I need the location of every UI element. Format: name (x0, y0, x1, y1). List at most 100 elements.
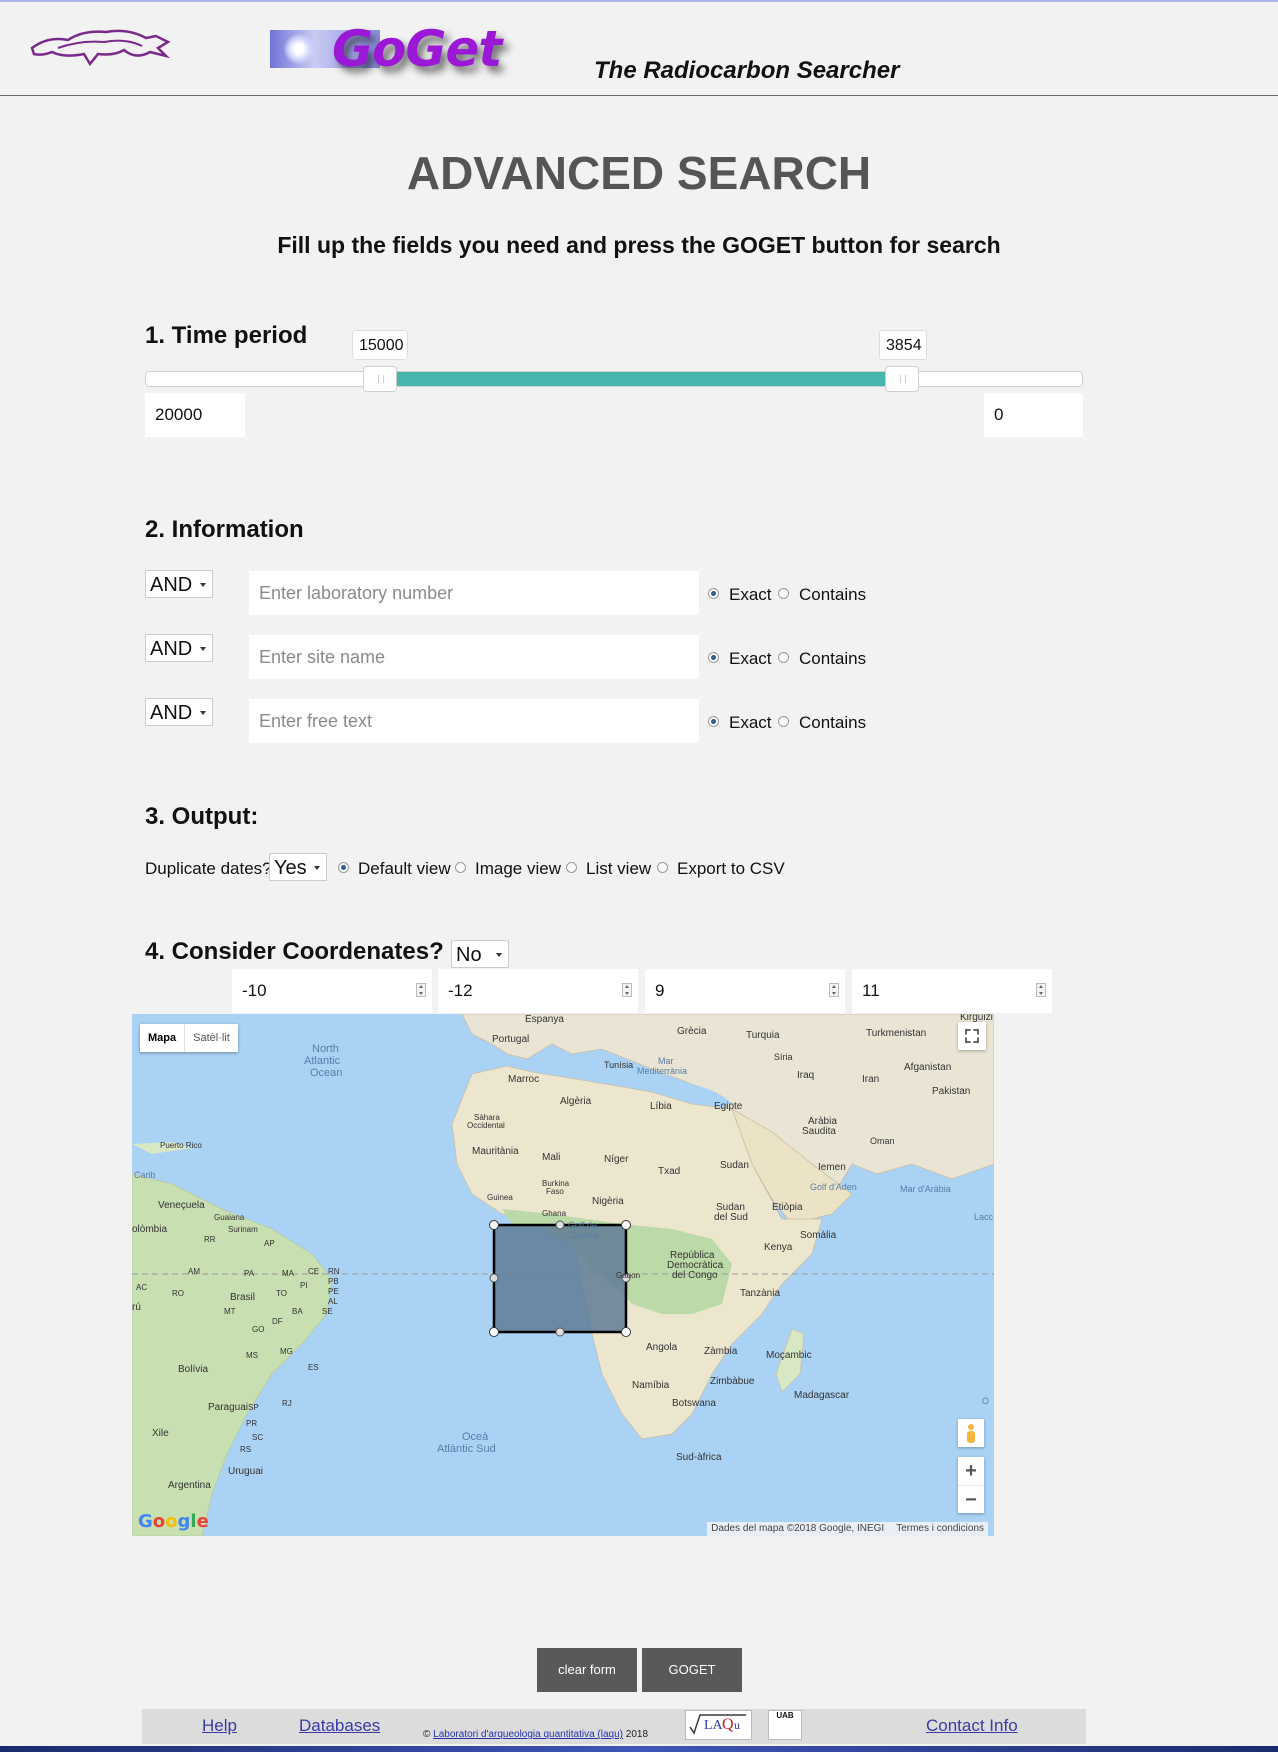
chevron-down-icon (314, 866, 320, 870)
map-label: ES (308, 1363, 319, 1372)
operator-value: AND (150, 702, 193, 724)
slider-selected-range (380, 372, 902, 386)
contains-label: Contains (799, 649, 867, 668)
map-label: Kenya (764, 1242, 793, 1253)
slider-handle-from[interactable] (363, 366, 397, 392)
laqu-link[interactable]: Laboratori d'arqueologia quantitativa (l… (433, 1729, 623, 1740)
time-range-slider[interactable] (145, 366, 1083, 392)
laqu-logo[interactable]: LA Q u (685, 1710, 752, 1740)
coordinate-input-2[interactable]: -12 (438, 969, 638, 1013)
world-map[interactable]: Espanya Portugal Grècia Turquia Turkmeni… (132, 1014, 994, 1536)
clear-form-button[interactable]: clear form (537, 1648, 637, 1692)
site-name-exact-radio[interactable] (708, 652, 719, 663)
free-text-input[interactable] (249, 699, 699, 743)
map-type-map-button[interactable]: Mapa (140, 1024, 184, 1052)
map-label: Faso (546, 1187, 564, 1196)
map-label: Mediterrània (637, 1066, 687, 1076)
spinner-icon[interactable] (1036, 983, 1046, 997)
resize-handle[interactable] (621, 1220, 631, 1230)
export-csv-radio[interactable] (657, 862, 668, 873)
map-label: SE (322, 1307, 333, 1316)
list-view-radio[interactable] (566, 862, 577, 873)
resize-handle[interactable] (621, 1327, 631, 1337)
midpoint-handle[interactable] (489, 1273, 499, 1283)
lab-number-input[interactable] (249, 571, 699, 615)
brand-name: GoGet (332, 20, 502, 78)
resize-handle[interactable] (489, 1327, 499, 1337)
range-min-input[interactable]: 20000 (145, 393, 245, 437)
spinner-icon[interactable] (416, 983, 426, 997)
map-type-toggle[interactable]: Mapa Satèl·lit (140, 1024, 238, 1052)
exact-label: Exact (729, 713, 772, 732)
lab-number-contains-radio[interactable] (778, 588, 789, 599)
databases-link[interactable]: Databases (299, 1716, 380, 1736)
street-view-pegman-icon[interactable] (958, 1419, 984, 1447)
map-label: Saudita (802, 1126, 836, 1137)
range-max-input[interactable]: 0 (984, 393, 1083, 437)
goget-logo[interactable]: GoGet (270, 20, 520, 78)
map-label: O (982, 1396, 989, 1406)
map-type-satellite-button[interactable]: Satèl·lit (184, 1024, 238, 1052)
map-label: RR (204, 1235, 216, 1244)
map-label: Iran (862, 1074, 879, 1085)
map-label: Nigèria (592, 1196, 624, 1207)
midpoint-handle[interactable] (555, 1327, 565, 1337)
map-label: Grècia (677, 1026, 707, 1037)
resize-handle[interactable] (489, 1220, 499, 1230)
image-view-radio[interactable] (455, 862, 466, 873)
map-label: MS (246, 1351, 258, 1360)
map-label: Namíbia (632, 1380, 670, 1391)
site-name-contains-radio[interactable] (778, 652, 789, 663)
star-icon (284, 34, 314, 64)
spinner-icon[interactable] (622, 983, 632, 997)
goget-search-button[interactable]: GOGET (642, 1648, 742, 1692)
free-text-contains-radio[interactable] (778, 716, 789, 727)
fullscreen-icon[interactable] (958, 1022, 986, 1050)
google-logo-letter: o (165, 1511, 178, 1532)
map-label: PB (328, 1277, 339, 1286)
site-name-operator-select[interactable]: AND (145, 634, 213, 662)
uab-logo[interactable]: UAB (768, 1710, 802, 1740)
map-label: PR (246, 1419, 257, 1428)
map-label: Mali (542, 1152, 560, 1163)
default-view-label: Default view (358, 859, 451, 878)
export-csv-label: Export to CSV (677, 859, 785, 878)
zoom-in-button[interactable]: + (958, 1457, 984, 1486)
slider-handle-to[interactable] (884, 366, 919, 392)
site-footer: Help Databases © Laboratori d'arqueologi… (142, 1709, 1086, 1744)
lab-number-exact-radio[interactable] (708, 588, 719, 599)
coordinate-input-1[interactable]: -10 (232, 969, 432, 1013)
site-name-input[interactable] (249, 635, 699, 679)
map-viewport[interactable]: Espanya Portugal Grècia Turquia Turkmeni… (132, 1014, 994, 1536)
help-link[interactable]: Help (202, 1716, 237, 1736)
consider-coordinates-select[interactable]: No (451, 940, 509, 968)
google-logo[interactable]: Google (138, 1511, 209, 1532)
default-view-radio[interactable] (338, 862, 349, 873)
duplicate-dates-select[interactable]: Yes (269, 853, 327, 881)
spinner-icon[interactable] (829, 983, 839, 997)
map-label: rú (132, 1302, 141, 1313)
coordinate-input-3[interactable]: 9 (645, 969, 845, 1013)
lab-number-operator-select[interactable]: AND (145, 570, 213, 598)
map-label: MG (280, 1347, 293, 1356)
leaping-animal-logo[interactable] (28, 26, 172, 70)
zoom-out-button[interactable]: − (958, 1486, 984, 1514)
free-text-operator-select[interactable]: AND (145, 698, 213, 726)
map-label: Zàmbia (704, 1346, 738, 1357)
map-label: Mauritània (472, 1146, 519, 1157)
map-label: Espanya (525, 1014, 564, 1025)
free-text-exact-radio[interactable] (708, 716, 719, 727)
copyright-year: 2018 (625, 1729, 649, 1740)
duplicate-dates-value: Yes (274, 857, 307, 879)
map-label: Tanzània (740, 1288, 780, 1299)
contact-info-link[interactable]: Contact Info (926, 1716, 1018, 1736)
coordinate-value: -10 (242, 981, 267, 1000)
map-attribution: Dades del mapa ©2018 Google, INEGI Terme… (707, 1522, 988, 1536)
zoom-controls[interactable]: + − (958, 1457, 984, 1513)
site-header: GoGet The Radiocarbon Searcher (0, 2, 1278, 96)
terms-link[interactable]: Termes i condicions (896, 1522, 984, 1536)
selection-rectangle[interactable] (492, 1223, 628, 1334)
coordinate-input-4[interactable]: 11 (852, 969, 1052, 1013)
midpoint-handle[interactable] (555, 1220, 565, 1230)
slider-from-tooltip: 15000 (352, 330, 408, 360)
